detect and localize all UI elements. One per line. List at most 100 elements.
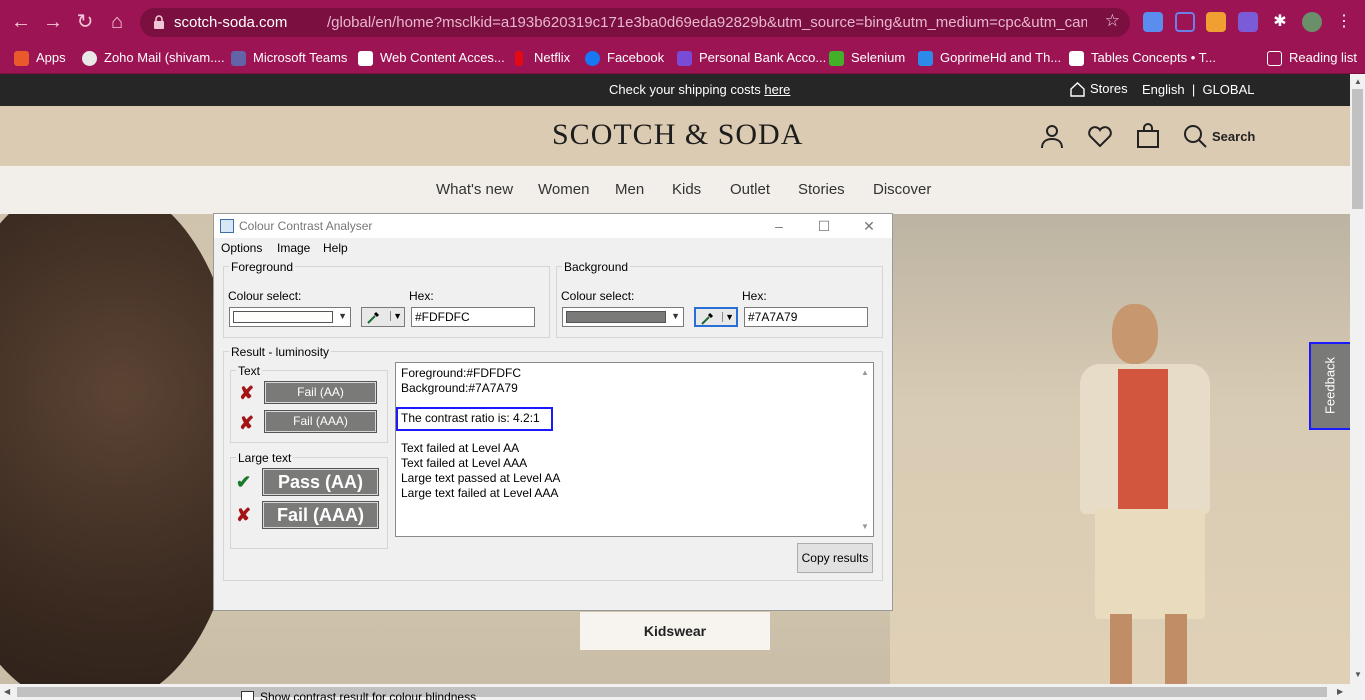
fg-hex-input[interactable] [411, 307, 535, 327]
reload-icon[interactable]: ↻ [72, 9, 98, 35]
bookmark-label: Selenium [851, 50, 906, 65]
language-selector[interactable]: English | GLOBAL [1142, 82, 1255, 97]
results-scrollbar[interactable]: ▲ ▼ [857, 364, 872, 535]
promo-link[interactable]: here [764, 82, 790, 97]
browser-menu-icon[interactable]: ⋮ [1334, 12, 1354, 32]
translate-extension-icon[interactable] [1143, 12, 1163, 32]
text-group-label: Text [236, 364, 263, 378]
bookmark-personal-bank[interactable]: Personal Bank Acco... [677, 47, 826, 69]
bookmark-facebook[interactable]: Facebook [585, 47, 664, 69]
bookmark-label: Tables Concepts • T... [1091, 50, 1216, 65]
bg-colour-select[interactable]: ▼ [562, 307, 684, 327]
menu-help[interactable]: Help [323, 241, 348, 255]
home-icon[interactable]: ⌂ [104, 9, 130, 35]
address-bar[interactable]: scotch-soda.com /global/en/home?msclkid=… [140, 8, 1130, 37]
hero-model-hair [0, 214, 240, 684]
scroll-down-icon[interactable]: ▼ [861, 522, 869, 531]
window-title: Colour Contrast Analyser [239, 219, 373, 233]
scrollbar-thumb[interactable] [1352, 89, 1363, 209]
bookmark-label: Personal Bank Acco... [699, 50, 827, 65]
nav-discover[interactable]: Discover [873, 181, 931, 198]
w3c-icon [1069, 51, 1084, 66]
promo-text: Check your shipping costs here [609, 82, 790, 97]
fg-eyedropper-button[interactable]: ▼ [361, 307, 405, 327]
fg-hex-label: Hex: [409, 289, 434, 303]
scroll-left-icon[interactable]: ◀ [4, 687, 10, 696]
nav-men[interactable]: Men [615, 181, 644, 198]
search-label[interactable]: Search [1212, 129, 1255, 144]
minimize-icon[interactable]: – [764, 216, 794, 236]
bookmark-label: Web Content Acces... [380, 50, 505, 65]
bookmark-apps[interactable]: Apps [14, 47, 66, 69]
scroll-down-icon[interactable]: ▼ [1354, 670, 1362, 679]
menu-bar: Options Image Help [214, 238, 892, 258]
fail-x-icon: ✘ [239, 383, 255, 403]
text-result-group: Text ✘ Fail (AA) ✘ Fail (AAA) [230, 364, 388, 443]
wishlist-heart-icon[interactable] [1087, 123, 1113, 149]
fg-colour-select[interactable]: ▼ [229, 307, 351, 327]
bookmark-microsoft-teams[interactable]: Microsoft Teams [231, 47, 347, 69]
scroll-up-icon[interactable]: ▲ [861, 368, 869, 377]
brand-logo[interactable]: SCOTCH & SODA [552, 118, 803, 152]
copy-results-button[interactable]: Copy results [797, 543, 873, 573]
extensions-puzzle-icon[interactable]: ✱ [1270, 12, 1290, 32]
nav-kids[interactable]: Kids [672, 181, 701, 198]
scroll-right-icon[interactable]: ▶ [1337, 687, 1343, 696]
bookmark-web-content[interactable]: Web Content Acces... [358, 47, 505, 69]
profile-avatar[interactable] [1302, 12, 1322, 32]
window-titlebar[interactable]: Colour Contrast Analyser – ☐ ✕ [214, 214, 892, 238]
nav-whats-new[interactable]: What's new [436, 181, 513, 198]
search-icon[interactable] [1182, 123, 1208, 149]
bookmark-netflix[interactable]: Netflix [512, 47, 570, 69]
teams-icon [231, 51, 246, 66]
back-icon[interactable]: ← [8, 9, 34, 35]
bookmark-label: Microsoft Teams [253, 50, 348, 65]
extension-triangle-icon[interactable] [1175, 12, 1195, 32]
menu-image[interactable]: Image [277, 241, 310, 255]
colour-blindness-label[interactable]: Show contrast result for colour blindnes… [260, 690, 476, 700]
stores-link[interactable]: Stores [1070, 81, 1128, 97]
horizontal-scrollbar[interactable]: ◀ ▶ [0, 684, 1365, 700]
bookmark-reading-list[interactable]: Reading list [1267, 47, 1357, 69]
store-icon [1070, 82, 1085, 97]
hero-model-head [1112, 304, 1158, 364]
bookmark-selenium[interactable]: Selenium [829, 47, 905, 69]
hero-model-leg [1110, 614, 1132, 684]
menu-options[interactable]: Options [221, 241, 262, 255]
feedback-tab[interactable]: Feedback [1309, 342, 1352, 430]
browser-toolbar: ← → ↻ ⌂ scotch-soda.com /global/en/home?… [0, 0, 1365, 44]
lock-icon[interactable] [154, 15, 164, 29]
shopping-bag-icon[interactable] [1135, 123, 1161, 149]
background-label: Background [562, 260, 631, 274]
nav-stories[interactable]: Stories [798, 181, 845, 198]
account-icon[interactable] [1039, 123, 1065, 149]
eyedropper-icon [367, 311, 380, 324]
scroll-up-icon[interactable]: ▲ [1354, 77, 1362, 86]
close-icon[interactable]: ✕ [854, 216, 884, 236]
vertical-scrollbar[interactable]: ▲ ▼ [1350, 74, 1365, 684]
foreground-group: Foreground Colour select: ▼ ▼ Hex: [223, 260, 550, 338]
nav-outlet[interactable]: Outlet [730, 181, 770, 198]
bg-eyedropper-button[interactable]: ▼ [694, 307, 738, 327]
colour-blindness-checkbox[interactable] [241, 691, 254, 700]
result-line-large-aaa: Large text failed at Level AAA [401, 486, 559, 500]
bookmark-goprimehd[interactable]: GoprimeHd and Th... [918, 47, 1061, 69]
chevron-down-icon: ▼ [722, 312, 734, 322]
results-textarea[interactable]: Foreground:#FDFDFC Background:#7A7A79 Th… [395, 362, 874, 537]
nav-women[interactable]: Women [538, 181, 589, 198]
bookmark-zoho-mail[interactable]: Zoho Mail (shivam.... [82, 47, 225, 69]
eyedropper-icon [701, 312, 714, 325]
bg-hex-input[interactable] [744, 307, 868, 327]
extension-pen-icon[interactable] [1238, 12, 1258, 32]
large-text-group-label: Large text [236, 451, 294, 465]
bg-colour-swatch [566, 311, 666, 323]
maximize-icon[interactable]: ☐ [809, 216, 839, 236]
extension-person-icon[interactable] [1206, 12, 1226, 32]
fg-colour-select-label: Colour select: [228, 289, 302, 303]
forward-icon[interactable]: → [40, 9, 66, 35]
bookmark-tables-concepts[interactable]: Tables Concepts • T... [1069, 47, 1216, 69]
bookmark-star-icon[interactable]: ☆ [1105, 11, 1120, 31]
hero-model-shorts [1095, 509, 1205, 619]
scrollbar-thumb[interactable] [17, 687, 1327, 697]
kidswear-button[interactable]: Kidswear [580, 612, 770, 650]
